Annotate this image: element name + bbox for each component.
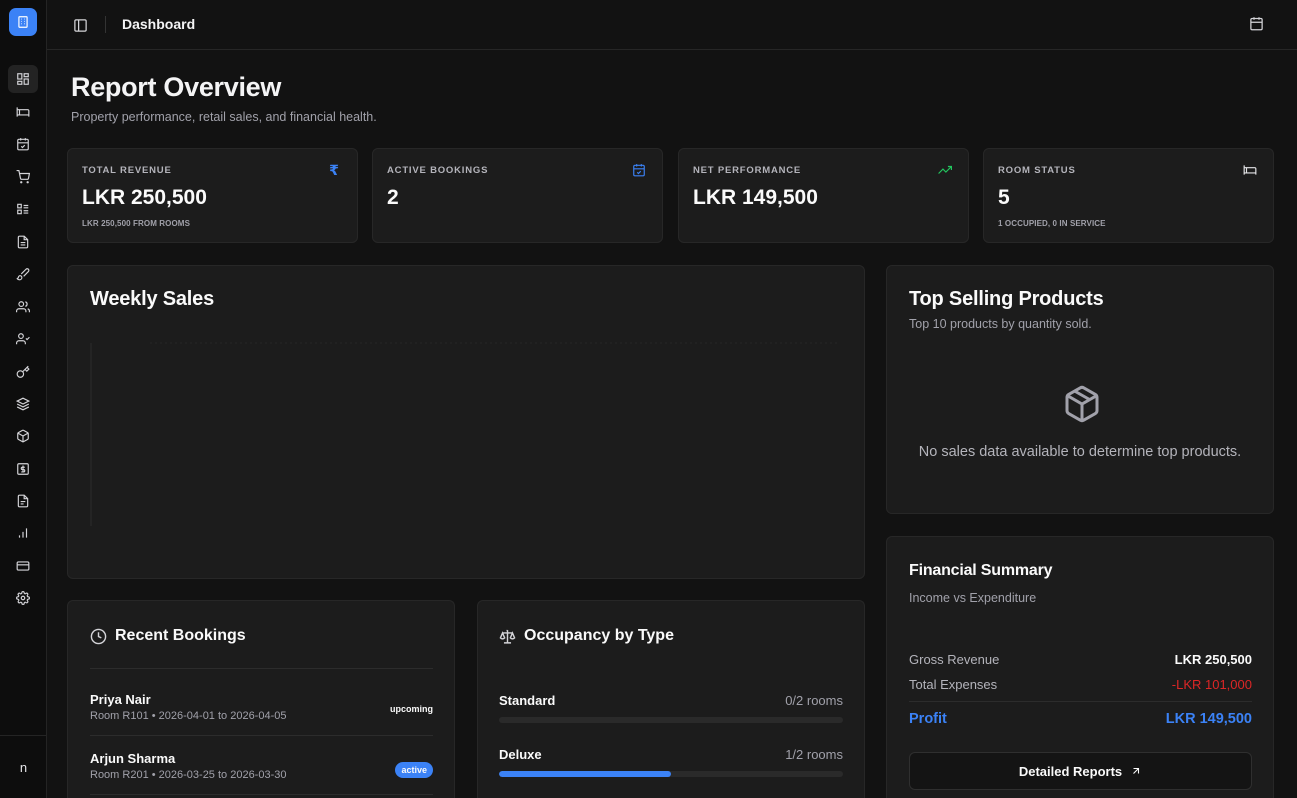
booking-name: Arjun Sharma	[90, 751, 176, 766]
sidebar-toggle-icon[interactable]	[71, 16, 89, 34]
financial-title: Financial Summary	[909, 562, 1053, 579]
occupancy-count: 0/2 rooms	[785, 693, 843, 708]
clock-icon	[90, 628, 107, 644]
weekly-sales-chart	[90, 341, 840, 526]
divider	[90, 794, 433, 795]
stat-value: 2	[387, 186, 399, 209]
booking-detail: Room R101 • 2026-04-01 to 2026-04-05	[90, 710, 287, 722]
status-badge: active	[395, 762, 433, 778]
status-badge: upcoming	[390, 704, 433, 714]
list-icon[interactable]	[8, 195, 38, 223]
gross-revenue-label: Gross Revenue	[909, 652, 1000, 667]
layers-icon[interactable]	[8, 390, 38, 418]
stat-label: ACTIVE BOOKINGS	[387, 165, 489, 176]
report-icon[interactable]	[8, 487, 38, 515]
stat-card-total-revenue: TOTAL REVENUE ₹ LKR 250,500 LKR 250,500 …	[67, 148, 358, 243]
top-header: Dashboard	[47, 0, 1297, 50]
brush-icon[interactable]	[8, 260, 38, 288]
scale-icon	[499, 629, 516, 644]
top-products-card: Top Selling Products Top 10 products by …	[886, 265, 1274, 514]
divider	[90, 668, 433, 669]
stat-value: 5	[998, 186, 1010, 209]
stat-label: ROOM STATUS	[998, 165, 1076, 176]
detailed-reports-button[interactable]: Detailed Reports	[909, 752, 1252, 790]
user-avatar[interactable]: n	[0, 735, 47, 798]
stat-label: TOTAL REVENUE	[82, 165, 172, 176]
booking-detail: Room R201 • 2026-03-25 to 2026-03-30	[90, 769, 287, 781]
detailed-reports-label: Detailed Reports	[1018, 763, 1123, 779]
recent-bookings-title: Recent Bookings	[115, 627, 246, 644]
credit-card-icon[interactable]	[8, 552, 38, 580]
booking-item[interactable]: Priya Nair Room R101 • 2026-04-01 to 202…	[90, 692, 433, 722]
rupee-icon: ₹	[329, 162, 339, 178]
occupancy-bar	[499, 717, 843, 723]
profit-label: Profit	[909, 711, 947, 727]
building-logo-icon[interactable]	[9, 8, 37, 36]
recent-bookings-header: Recent Bookings	[90, 627, 246, 645]
top-products-title: Top Selling Products	[909, 288, 1104, 310]
stat-sub: LKR 250,500 FROM ROOMS	[82, 219, 191, 228]
occupancy-label: Deluxe	[499, 747, 542, 762]
occupancy-card: Occupancy by Type Standard 0/2 rooms Del…	[477, 600, 865, 798]
occupancy-count: 1/2 rooms	[785, 747, 843, 762]
sidebar: n	[0, 0, 47, 798]
stat-sub: 1 OCCUPIED, 0 IN SERVICE	[998, 219, 1106, 228]
header-title: Dashboard	[122, 16, 196, 32]
gross-revenue-value: LKR 250,500	[1174, 652, 1252, 667]
weekly-sales-card: Weekly Sales	[67, 265, 865, 579]
stat-card-room-status: ROOM STATUS 5 1 OCCUPIED, 0 IN SERVICE	[983, 148, 1274, 243]
occupancy-header: Occupancy by Type	[499, 627, 674, 645]
settings-icon[interactable]	[8, 584, 38, 612]
total-expenses-label: Total Expenses	[909, 677, 998, 692]
financial-subtitle: Income vs Expenditure	[909, 591, 1037, 605]
occupancy-label: Standard	[499, 693, 556, 708]
user-check-icon[interactable]	[8, 325, 38, 353]
occupancy-bar	[499, 771, 843, 777]
stat-value: LKR 250,500	[82, 186, 207, 209]
calendar-check-icon[interactable]	[8, 130, 38, 158]
booking-item[interactable]: Arjun Sharma Room R201 • 2026-03-25 to 2…	[90, 751, 433, 781]
divider	[90, 735, 433, 736]
booking-name: Priya Nair	[90, 692, 151, 707]
arrow-up-right-icon	[1133, 767, 1140, 774]
top-products-subtitle: Top 10 products by quantity sold.	[909, 317, 1092, 331]
weekly-sales-title: Weekly Sales	[90, 288, 214, 310]
users-icon[interactable]	[8, 293, 38, 321]
trending-up-icon	[938, 163, 952, 177]
occupancy-title: Occupancy by Type	[524, 627, 674, 644]
page-subtitle: Property performance, retail sales, and …	[71, 110, 377, 124]
calendar-check-icon	[632, 163, 646, 177]
dashboard-icon[interactable]	[8, 65, 38, 93]
header-divider	[105, 16, 106, 33]
divider	[909, 701, 1252, 702]
page-title: Report Overview	[71, 72, 282, 102]
cart-icon[interactable]	[8, 163, 38, 191]
financial-summary-card: Financial Summary Income vs Expenditure …	[886, 536, 1274, 798]
bed-icon[interactable]	[8, 98, 38, 126]
occupancy-fill	[499, 771, 671, 777]
total-expenses-value: -LKR 101,000	[1171, 677, 1252, 692]
profit-value: LKR 149,500	[1165, 711, 1252, 727]
calendar-icon[interactable]	[1249, 16, 1265, 32]
bar-chart-icon[interactable]	[8, 519, 38, 547]
user-initial: n	[19, 759, 28, 775]
package-icon	[1062, 384, 1102, 424]
bed-icon	[1243, 163, 1257, 177]
key-icon[interactable]	[8, 358, 38, 386]
document-icon[interactable]	[8, 228, 38, 256]
stat-card-active-bookings: ACTIVE BOOKINGS 2	[372, 148, 663, 243]
recent-bookings-card: Recent Bookings Priya Nair Room R101 • 2…	[67, 600, 455, 798]
dollar-icon[interactable]	[8, 455, 38, 483]
stat-label: NET PERFORMANCE	[693, 165, 802, 176]
top-products-empty-text: No sales data available to determine top…	[918, 444, 1242, 460]
stat-card-net-performance: NET PERFORMANCE LKR 149,500	[678, 148, 969, 243]
package-icon[interactable]	[8, 422, 38, 450]
stat-value: LKR 149,500	[693, 186, 818, 209]
